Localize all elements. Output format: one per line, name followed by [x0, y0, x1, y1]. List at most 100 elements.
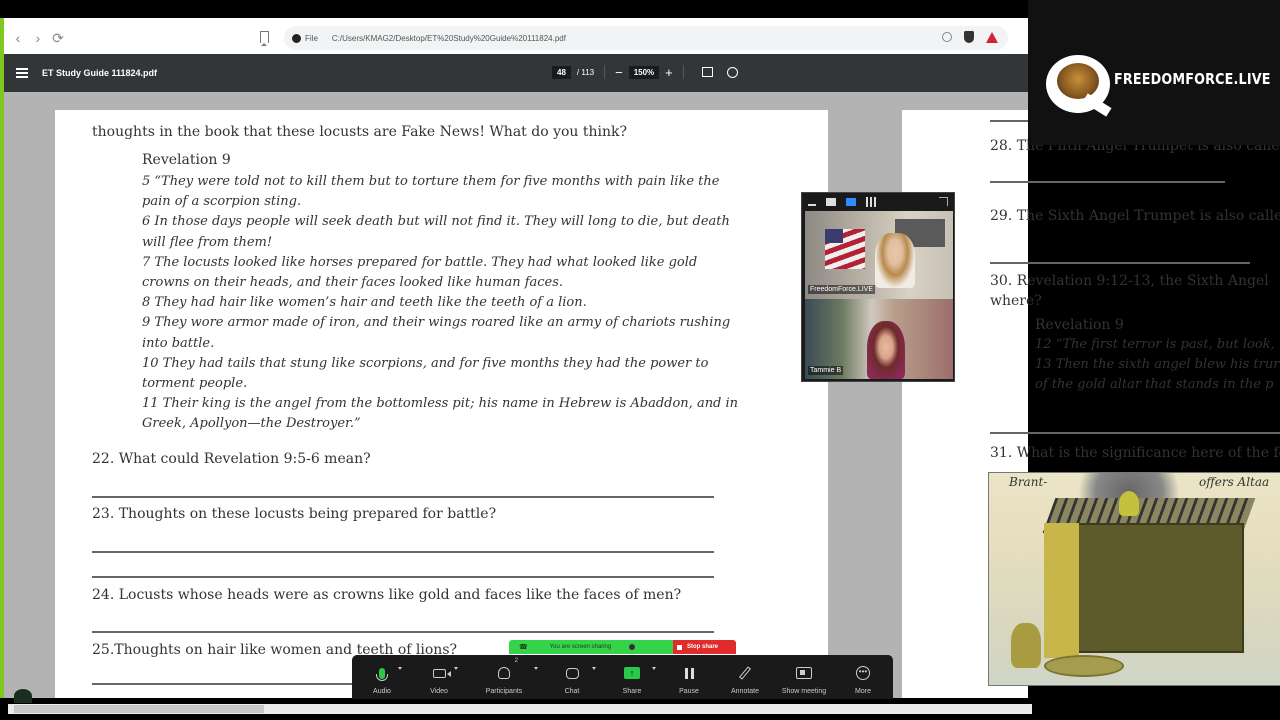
more-label: More — [855, 688, 871, 695]
stacked-view-icon[interactable] — [846, 198, 856, 206]
chevron-down-icon[interactable] — [534, 667, 538, 670]
video-tile[interactable]: Tammie B — [805, 299, 953, 379]
answer-line — [990, 120, 1030, 122]
pause-share-button[interactable]: Pause — [662, 657, 716, 695]
zoom-indicator-icon[interactable] — [942, 32, 952, 42]
bowl — [1044, 655, 1124, 677]
pdf-toolbar: ET Study Guide 111824.pdf 48 / 113 − 150… — [4, 54, 1028, 92]
question-31: 31. What is the significance here of the… — [990, 445, 1280, 461]
freedomforce-logo-overlay: FREEDOMFORCE.LIVE — [1028, 0, 1280, 145]
microphone-icon — [376, 667, 388, 681]
chevron-down-icon[interactable] — [454, 667, 458, 670]
video-button[interactable]: Video — [412, 657, 466, 695]
audio-button[interactable]: Audio — [352, 657, 412, 695]
chevron-down-icon[interactable] — [398, 667, 402, 670]
stop-share-label: Stop share — [687, 644, 719, 650]
question-24: 24. Locusts whose heads were as crowns l… — [92, 587, 682, 603]
american-flag — [825, 229, 865, 269]
question-30-cont: where? — [990, 293, 1042, 309]
passage-heading: Revelation 9 — [142, 152, 231, 168]
verse: 11 Their king is the angel from the bott… — [142, 396, 739, 432]
participants-button[interactable]: 2 Participants — [466, 657, 542, 695]
participant-video — [867, 321, 905, 379]
pdf-page-48: thoughts in the book that these locusts … — [55, 110, 828, 698]
sharing-status: You are screen sharing — [549, 644, 612, 650]
scrollbar-thumb[interactable] — [14, 705, 264, 713]
annotate-label: Annotate — [730, 688, 760, 695]
right-page-content: 28. The Fifth Angel Trumpet is also call… — [985, 92, 1280, 698]
more-button[interactable]: ••• More — [834, 657, 892, 695]
meeting-controls-bar: Audio Video 2 Participants Chat ↑ Share … — [352, 655, 893, 699]
zoom-level-input[interactable]: 150% — [628, 65, 660, 79]
file-scheme-label: File — [305, 33, 318, 43]
verse: 5 “They were told not to kill them but t… — [142, 174, 720, 210]
logo-text: FREEDOMFORCE.LIVE — [1114, 70, 1271, 88]
verse: 9 They wore armor made of iron, and thei… — [142, 315, 731, 351]
answer-line — [92, 551, 714, 553]
answer-line — [990, 262, 1250, 264]
horizontal-scrollbar[interactable] — [8, 704, 1032, 714]
minimize-icon[interactable] — [808, 204, 816, 206]
chevron-down-icon[interactable] — [592, 667, 596, 670]
browser-toolbar: ‹ › ⟳ File C:/Users/KMAG2/Desktop/ET%20S… — [4, 22, 1028, 54]
verse: 12 “The first terror is past, but look, — [1035, 337, 1275, 352]
url-text[interactable]: C:/Users/KMAG2/Desktop/ET%20Study%20Guid… — [332, 34, 566, 43]
page-number-input[interactable]: 48 — [552, 65, 571, 79]
flame — [1119, 491, 1139, 516]
zoom-out-button[interactable]: − — [615, 66, 623, 79]
zoom-in-button[interactable]: + — [665, 66, 673, 79]
verse: 13 Then the sixth angel blew his trur — [1035, 357, 1280, 372]
share-screen-icon: ↑ — [624, 667, 640, 679]
audio-label: Audio — [373, 688, 391, 695]
stop-share-button[interactable]: Stop share — [673, 640, 736, 654]
participants-icon — [498, 667, 510, 679]
image-caption: Brant- — [1009, 475, 1048, 489]
show-meeting-label: Show meeting — [781, 688, 827, 695]
phone-icon: ☎ — [519, 644, 528, 651]
bookmark-icon[interactable] — [260, 31, 269, 46]
taskbar-app-icon[interactable] — [14, 689, 32, 703]
address-bar[interactable]: File C:/Users/KMAG2/Desktop/ET%20Study%2… — [284, 26, 1008, 50]
passage-heading: Revelation 9 — [1035, 317, 1124, 333]
pause-icon — [684, 667, 694, 679]
question-30: 30. Revelation 9:12-13, the Sixth Angel — [990, 273, 1269, 289]
pause-label: Pause — [679, 688, 699, 695]
video-panel[interactable]: FreedomForce.LIVE Tammie B — [801, 192, 955, 382]
brave-rewards-icon[interactable] — [986, 31, 998, 43]
forward-button[interactable]: › — [28, 28, 48, 48]
pdf-viewport[interactable]: thoughts in the book that these locusts … — [4, 92, 1028, 698]
gallery-view-icon[interactable] — [866, 197, 876, 207]
verse: 10 They had tails that stung like scorpi… — [142, 355, 709, 392]
speaker-view-icon[interactable] — [826, 198, 836, 206]
chat-icon — [565, 667, 579, 679]
brazen-altar-illustration: Brant- offers Altaa — [988, 472, 1280, 686]
image-caption: offers Altaa — [1199, 475, 1270, 489]
show-meeting-button[interactable]: Show meeting — [774, 657, 834, 695]
verse: 8 They had hair like women’s hair and te… — [142, 295, 587, 311]
fit-to-page-icon[interactable] — [701, 67, 713, 77]
menu-icon[interactable] — [16, 68, 28, 78]
back-button[interactable]: ‹ — [8, 28, 28, 48]
expand-icon[interactable] — [939, 197, 948, 206]
camera-icon — [432, 668, 451, 678]
rotate-icon[interactable] — [726, 66, 738, 78]
answer-line — [990, 432, 1280, 434]
jug — [1011, 623, 1041, 668]
question-29: 29. The Sixth Angel Trumpet is also call… — [990, 208, 1280, 224]
verse: of the gold altar that stands in the p — [1035, 377, 1274, 392]
answer-line — [92, 631, 714, 633]
brave-shield-icon[interactable] — [964, 31, 974, 43]
participants-label: Participants — [485, 688, 523, 695]
participant-name: Tammie B — [808, 366, 844, 375]
answer-line — [92, 576, 714, 578]
reload-button[interactable]: ⟳ — [48, 28, 68, 48]
chevron-down-icon[interactable] — [652, 667, 656, 670]
site-info-icon[interactable] — [292, 33, 301, 43]
video-tile[interactable]: FreedomForce.LIVE — [805, 211, 953, 299]
annotate-button[interactable]: Annotate — [716, 657, 774, 695]
share-button[interactable]: ↑ Share — [602, 657, 662, 695]
answer-line — [990, 181, 1225, 183]
chat-button[interactable]: Chat — [542, 657, 602, 695]
total-pages: / 113 — [576, 67, 595, 77]
stop-icon — [677, 644, 682, 650]
